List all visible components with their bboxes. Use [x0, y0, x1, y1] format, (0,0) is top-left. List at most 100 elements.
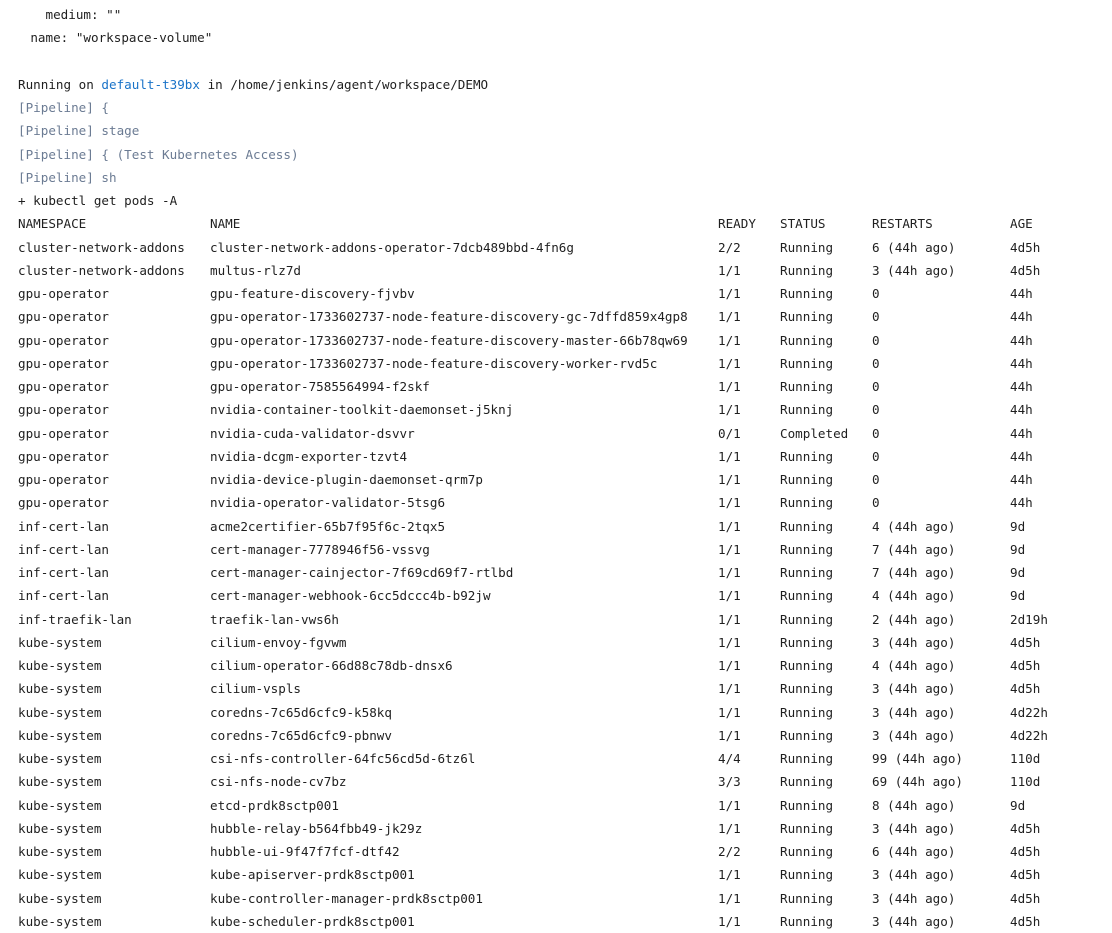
pod-name: cilium-operator-66d88c78db-dnsx6	[210, 654, 453, 677]
pod-ready: 2/2	[718, 840, 741, 863]
pod-status: Running	[780, 910, 833, 933]
pod-ready: 1/1	[718, 538, 741, 561]
pod-status: Running	[780, 398, 833, 421]
pod-name: nvidia-dcgm-exporter-tzvt4	[210, 445, 407, 468]
pod-namespace: kube-system	[18, 631, 101, 654]
pod-name: gpu-operator-1733602737-node-feature-dis…	[210, 305, 688, 328]
pod-ready: 1/1	[718, 608, 741, 631]
pod-ready: 1/1	[718, 887, 741, 910]
pod-restarts: 6 (44h ago)	[872, 840, 955, 863]
pod-ready: 1/1	[718, 561, 741, 584]
pod-name: cilium-envoy-fgvwm	[210, 631, 346, 654]
table-row: kube-systemkube-scheduler-prdk8sctp0011/…	[18, 910, 1112, 933]
table-row: kube-systemkube-controller-manager-prdk8…	[18, 887, 1112, 910]
command-line: + kubectl get pods -A	[18, 189, 1112, 212]
pod-ready: 0/1	[718, 422, 741, 445]
pod-restarts: 4 (44h ago)	[872, 584, 955, 607]
pod-namespace: kube-system	[18, 840, 101, 863]
pod-restarts: 3 (44h ago)	[872, 910, 955, 933]
pod-ready: 1/1	[718, 863, 741, 886]
pipeline-line: [Pipeline] sh	[18, 166, 1112, 189]
table-row: inf-cert-lancert-manager-webhook-6cc5dcc…	[18, 584, 1112, 607]
pod-ready: 1/1	[718, 468, 741, 491]
pod-age: 2d19h	[1010, 608, 1048, 631]
pod-status: Running	[780, 468, 833, 491]
pod-age: 44h	[1010, 445, 1033, 468]
pod-status: Running	[780, 305, 833, 328]
pod-restarts: 8 (44h ago)	[872, 794, 955, 817]
pod-restarts: 3 (44h ago)	[872, 631, 955, 654]
pod-name: nvidia-device-plugin-daemonset-qrm7p	[210, 468, 483, 491]
table-row: cluster-network-addonsmultus-rlz7d1/1Run…	[18, 259, 1112, 282]
pod-name: coredns-7c65d6cfc9-k58kq	[210, 701, 392, 724]
pod-restarts: 0	[872, 491, 880, 514]
table-row: gpu-operatorgpu-operator-1733602737-node…	[18, 305, 1112, 328]
pod-restarts: 0	[872, 445, 880, 468]
table-row: inf-traefik-lan traefik-lan-vws6h 1/1 Runni…	[18, 608, 1112, 631]
pod-restarts: 3 (44h ago)	[872, 701, 955, 724]
pod-name: hubble-relay-b564fbb49-jk29z	[210, 817, 422, 840]
pod-name: coredns-7c65d6cfc9-pbnwv	[210, 724, 392, 747]
pod-namespace: gpu-operator	[18, 445, 109, 468]
pod-ready: 1/1	[718, 701, 741, 724]
pod-age: 4d5h	[1010, 259, 1040, 282]
pipeline-line: [Pipeline] { (Test Kubernetes Access)	[18, 143, 1112, 166]
agent-link[interactable]: default-t39bx	[101, 77, 200, 92]
pod-status: Running	[780, 677, 833, 700]
pod-namespace: gpu-operator	[18, 398, 109, 421]
pod-status: Running	[780, 863, 833, 886]
pod-restarts: 99 (44h ago)	[872, 747, 963, 770]
pod-namespace: inf-traefik-lan	[18, 608, 132, 631]
table-row: inf-cert-lancert-manager-cainjector-7f69…	[18, 561, 1112, 584]
pipeline-line: [Pipeline] stage	[18, 119, 1112, 142]
pod-restarts: 3 (44h ago)	[872, 887, 955, 910]
pod-namespace: gpu-operator	[18, 282, 109, 305]
pod-ready: 1/1	[718, 445, 741, 468]
pod-age: 4d5h	[1010, 840, 1040, 863]
pod-namespace: cluster-network-addons	[18, 259, 185, 282]
pod-age: 9d	[1010, 584, 1025, 607]
table-row: kube-systemcilium-envoy-fgvwm1/1Running3…	[18, 631, 1112, 654]
pod-status: Running	[780, 631, 833, 654]
pod-age: 44h	[1010, 352, 1033, 375]
pod-status: Running	[780, 747, 833, 770]
table-row: gpu-operatorgpu-operator-7585564994-f2sk…	[18, 375, 1112, 398]
pod-status: Running	[780, 538, 833, 561]
header-status: STATUS	[780, 212, 826, 235]
pod-name: gpu-operator-1733602737-node-feature-dis…	[210, 329, 688, 352]
pod-name: nvidia-operator-validator-5tsg6	[210, 491, 445, 514]
pod-status: Running	[780, 887, 833, 910]
console-output: medium: "" name: "workspace-volume" Runn…	[18, 3, 1112, 933]
pod-ready: 1/1	[718, 817, 741, 840]
pod-ready: 1/1	[718, 398, 741, 421]
pod-restarts: 3 (44h ago)	[872, 724, 955, 747]
pod-name: traefik-lan-vws6h	[210, 608, 339, 631]
pod-status: Running	[780, 840, 833, 863]
table-row: kube-systemcoredns-7c65d6cfc9-k58kq1/1Ru…	[18, 701, 1112, 724]
pod-status: Completed	[780, 422, 848, 445]
pod-restarts: 4 (44h ago)	[872, 654, 955, 677]
pod-status: Running	[780, 724, 833, 747]
pod-restarts: 7 (44h ago)	[872, 538, 955, 561]
pod-ready: 1/1	[718, 352, 741, 375]
pod-ready: 1/1	[718, 282, 741, 305]
header-age: AGE	[1010, 212, 1033, 235]
pod-age: 9d	[1010, 515, 1025, 538]
pod-status: Running	[780, 561, 833, 584]
running-suffix: in /home/jenkins/agent/workspace/DEMO	[200, 77, 488, 92]
pod-status: Running	[780, 445, 833, 468]
pod-restarts: 0	[872, 282, 880, 305]
pod-status: Running	[780, 608, 833, 631]
table-row: gpu-operatornvidia-cuda-validator-dsvvr0…	[18, 422, 1112, 445]
pod-name: cilium-vspls	[210, 677, 301, 700]
pod-namespace: gpu-operator	[18, 375, 109, 398]
pod-age: 4d5h	[1010, 236, 1040, 259]
pod-restarts: 0	[872, 468, 880, 491]
pod-age: 44h	[1010, 398, 1033, 421]
pod-name: cert-manager-7778946f56-vssvg	[210, 538, 430, 561]
pod-namespace: kube-system	[18, 724, 101, 747]
pod-table-body: cluster-network-addonscluster-network-ad…	[18, 236, 1112, 933]
pod-age: 110d	[1010, 747, 1040, 770]
pod-age: 4d22h	[1010, 701, 1048, 724]
table-row: gpu-operatornvidia-operator-validator-5t…	[18, 491, 1112, 514]
